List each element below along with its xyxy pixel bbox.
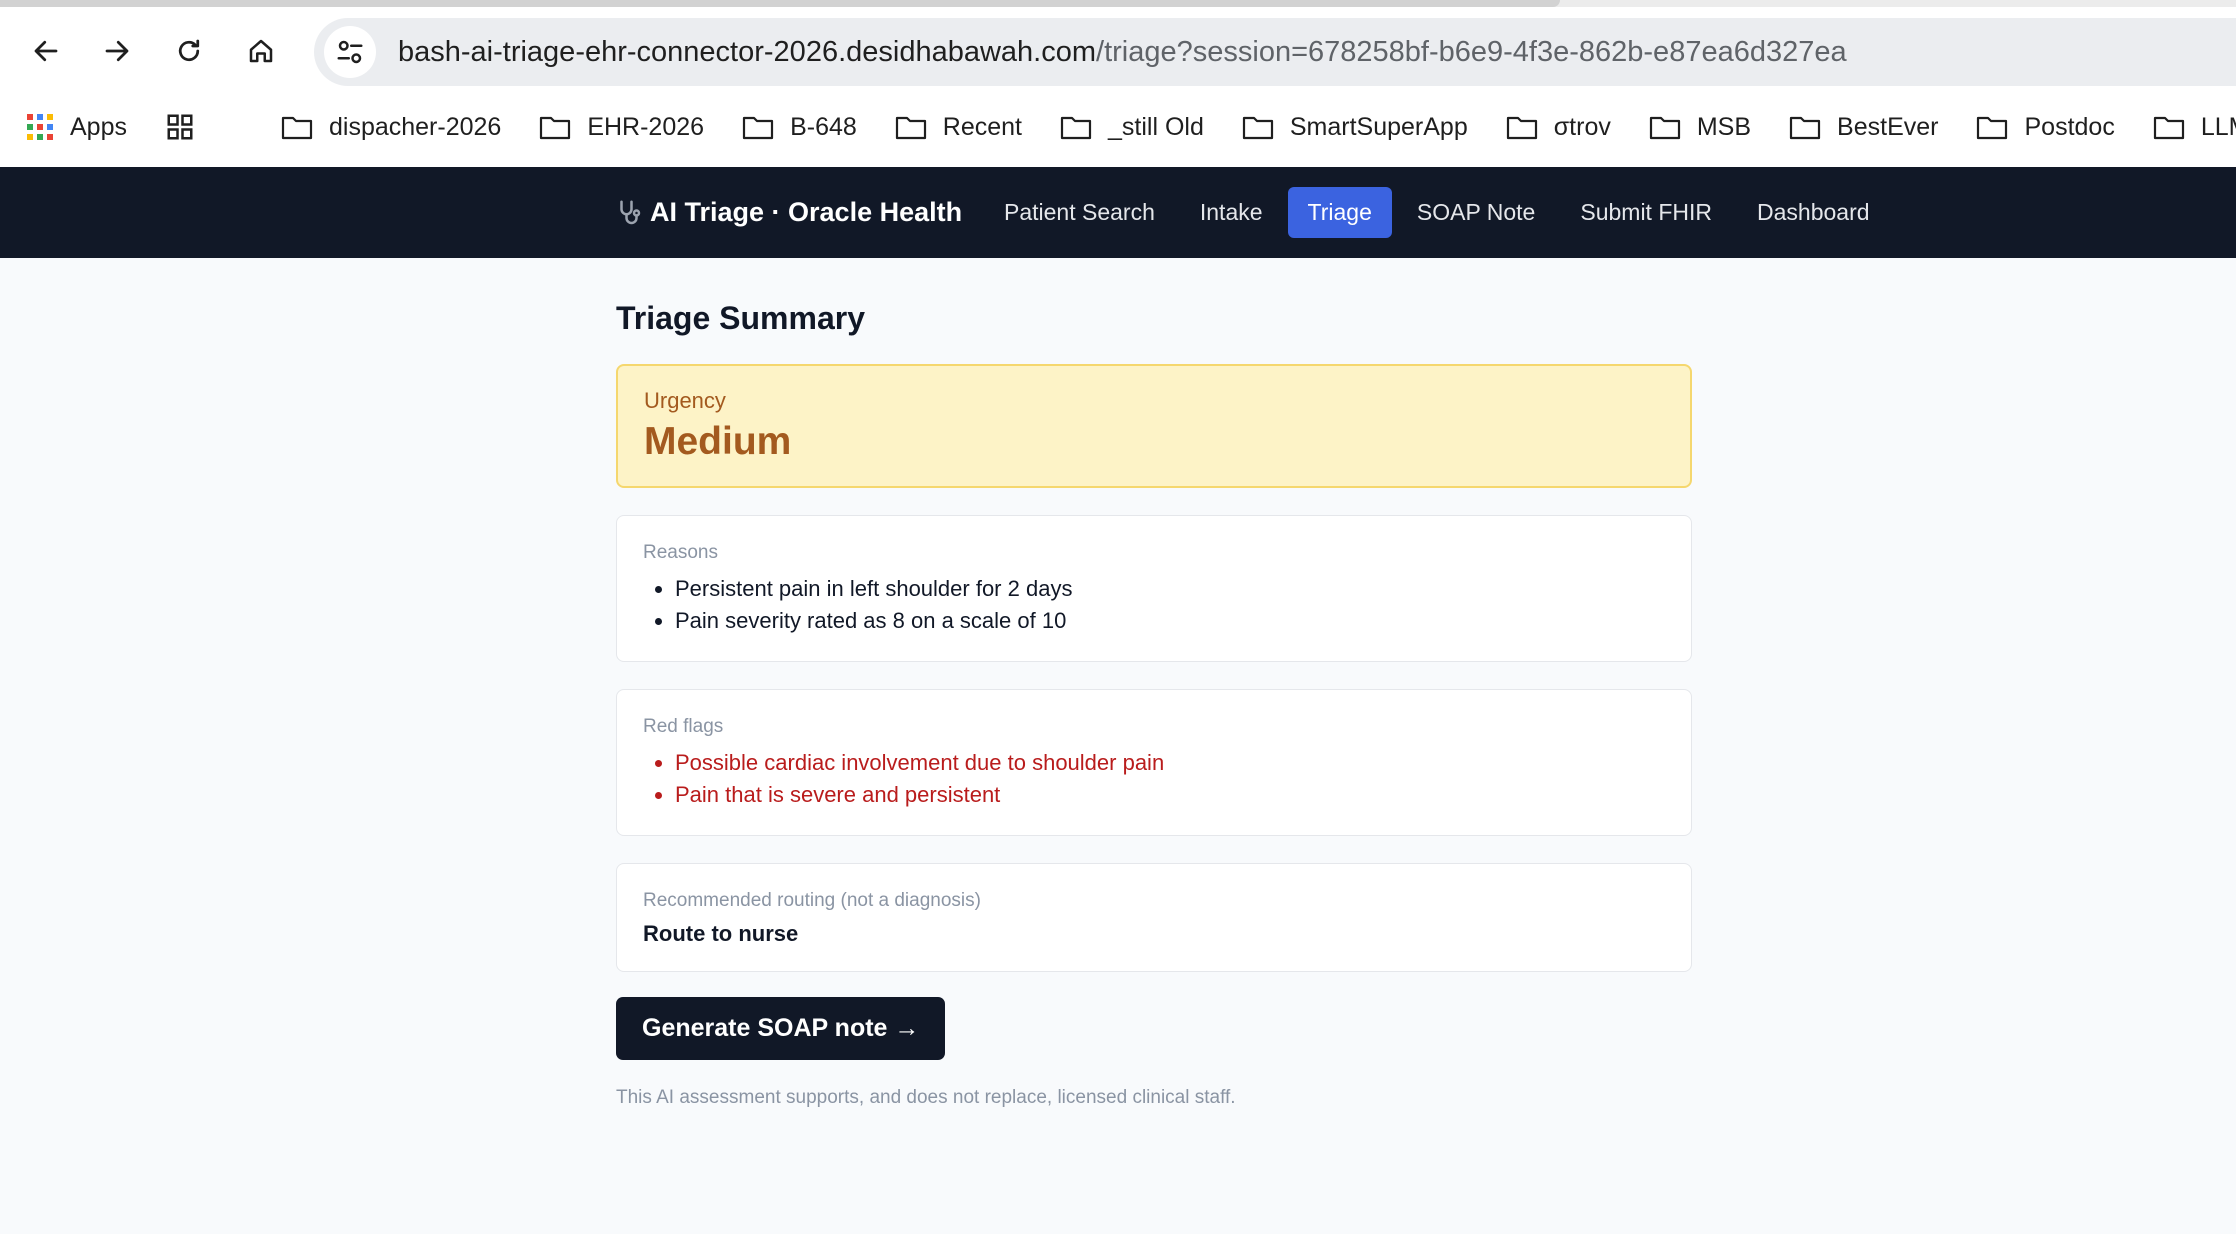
brand-label: AI Triage · Oracle Health: [650, 197, 963, 227]
folder-icon: [1789, 116, 1821, 140]
list-item: Possible cardiac involvement due to shou…: [675, 747, 1665, 779]
arrow-right-icon: [105, 40, 129, 62]
routing-label: Recommended routing (not a diagnosis): [643, 890, 981, 911]
address-bar[interactable]: bash-ai-triage-ehr-connector-2026.desidh…: [314, 18, 2236, 86]
back-button[interactable]: [23, 28, 69, 74]
grid-icon: [167, 114, 193, 140]
bookmarks-bar: Apps dispacher-2026 EHR-2026 B-648 Recen…: [0, 100, 2236, 154]
arrow-left-icon: [34, 40, 58, 62]
bookmark-folder[interactable]: B-648: [742, 113, 857, 142]
folder-icon: [1506, 116, 1537, 140]
bookmark-folder-label: EHR-2026: [587, 112, 705, 141]
page-title: Triage Summary: [616, 300, 865, 336]
reload-button[interactable]: [166, 28, 212, 74]
red-flags-label: Red flags: [643, 716, 724, 737]
folder-icon: [895, 116, 926, 140]
bookmark-folder-label: MSB: [1696, 112, 1752, 141]
nav-dashboard[interactable]: Dashboard: [1737, 187, 1890, 238]
folder-icon: [2153, 116, 2184, 140]
bookmark-folder-label: Postdoc: [2024, 112, 2115, 141]
main-content: Triage Summary Urgency Medium Reasons Pe…: [616, 258, 1692, 1109]
tab-strip: [0, 0, 2236, 7]
list-item: Pain severity rated as 8 on a scale of 1…: [675, 605, 1665, 637]
red-flags-list: Possible cardiac involvement due to shou…: [643, 747, 1665, 811]
bookmark-folder[interactable]: EHR-2026: [539, 113, 704, 142]
bookmark-folder-label: dispacher-2026: [328, 112, 502, 141]
folder-icon: [1242, 116, 1273, 140]
nav-soap-note[interactable]: SOAP Note: [1397, 187, 1555, 238]
bookmark-grid[interactable]: [165, 112, 211, 142]
bookmark-folder-label: SmartSuperApp: [1289, 112, 1468, 141]
nav-patient-search[interactable]: Patient Search: [984, 187, 1175, 238]
folder-icon: [1977, 116, 2008, 140]
bookmark-folder[interactable]: _still Old: [1060, 113, 1204, 142]
bookmark-folder-label: BestEver: [1837, 112, 1939, 141]
bookmark-folder-label: Recent: [942, 112, 1022, 141]
apps-grid-icon: [27, 114, 53, 140]
reasons-label: Reasons: [643, 542, 718, 563]
bookmark-folder-label: σtrov: [1553, 112, 1611, 141]
folder-icon: [540, 116, 571, 140]
bookmark-apps[interactable]: Apps: [26, 113, 127, 142]
reasons-card: Reasons Persistent pain in left shoulder…: [616, 515, 1692, 662]
bookmark-folder-label: LLM: [2200, 112, 2236, 141]
bookmark-folder[interactable]: Recent: [895, 113, 1022, 142]
folder-icon: [1060, 116, 1092, 140]
bookmark-folder[interactable]: Postdoc: [1976, 112, 2115, 142]
folder-icon: [1649, 116, 1680, 140]
disclaimer: This AI assessment supports, and does no…: [616, 1087, 1236, 1108]
nav-intake[interactable]: Intake: [1180, 187, 1283, 238]
nav-submit-fhir[interactable]: Submit FHIR: [1560, 187, 1732, 238]
list-item: Persistent pain in left shoulder for 2 d…: [675, 573, 1665, 605]
bookmark-folder[interactable]: dispacher-2026: [281, 113, 501, 142]
home-button[interactable]: [238, 28, 284, 74]
tune-icon: [337, 40, 363, 64]
routing-card: Recommended routing (not a diagnosis) Ro…: [616, 863, 1692, 972]
urgency-card: Urgency Medium: [616, 364, 1692, 488]
stethoscope-icon: [620, 200, 641, 224]
generate-soap-note-button[interactable]: Generate SOAP note →: [616, 997, 946, 1060]
bookmark-folder-label: B-648: [790, 112, 857, 141]
list-item: Pain that is severe and persistent: [675, 779, 1665, 811]
app-navbar: AI Triage · Oracle Health Patient Search…: [0, 167, 2236, 258]
bookmark-apps-label: Apps: [70, 112, 127, 141]
nav-links: Patient Search Intake Triage SOAP Note S…: [984, 187, 1895, 238]
bookmark-folder[interactable]: σtrov: [1506, 113, 1611, 142]
url-host: bash-ai-triage-ehr-connector-2026.desidh…: [398, 35, 1097, 68]
brand[interactable]: AI Triage · Oracle Health: [614, 167, 962, 258]
active-tab[interactable]: [0, 0, 1560, 7]
url-path: /triage?session=678258bf-b6e9-4f3e-862b-…: [1096, 35, 1847, 68]
reload-icon: [178, 39, 200, 62]
nav-triage[interactable]: Triage: [1287, 187, 1392, 238]
bookmark-folder-label: _still Old: [1108, 112, 1204, 141]
folder-icon: [742, 116, 774, 140]
reasons-list: Persistent pain in left shoulder for 2 d…: [643, 573, 1665, 637]
home-icon: [249, 39, 273, 63]
folder-icon: [281, 116, 313, 140]
bookmark-folder[interactable]: BestEver: [1789, 113, 1938, 142]
site-info-button[interactable]: [324, 26, 376, 78]
browser-chrome: bash-ai-triage-ehr-connector-2026.desidh…: [0, 0, 2236, 167]
urgency-value: Medium: [644, 420, 792, 463]
bookmark-folder[interactable]: LLM: [2153, 113, 2236, 142]
bookmark-folder[interactable]: SmartSuperApp: [1242, 113, 1468, 142]
routing-value: Route to nurse: [643, 921, 799, 946]
urgency-label: Urgency: [644, 388, 726, 413]
forward-button[interactable]: [94, 28, 140, 74]
url-text[interactable]: bash-ai-triage-ehr-connector-2026.desidh…: [398, 36, 1847, 69]
red-flags-card: Red flags Possible cardiac involvement d…: [616, 689, 1692, 836]
bookmark-folder[interactable]: MSB: [1649, 113, 1751, 142]
